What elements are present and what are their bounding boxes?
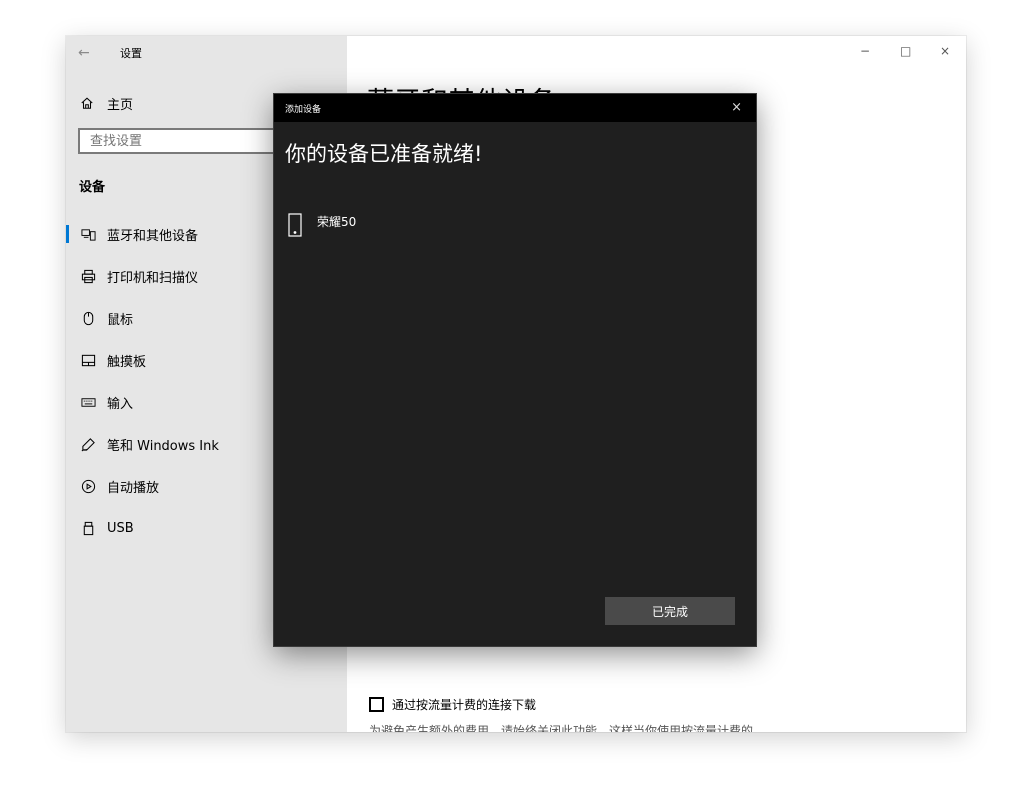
- keyboard-icon: [80, 394, 96, 410]
- autoplay-icon: [80, 478, 96, 494]
- touchpad-icon: [80, 352, 96, 368]
- metered-download-description: 为避免产生额外的费用，请始终关闭此功能，这样当你使用按流量计费的: [369, 724, 754, 732]
- sidebar-item-label: 触摸板: [107, 354, 147, 370]
- dialog-title: 添加设备: [285, 105, 322, 115]
- mouse-icon: [80, 310, 96, 326]
- sidebar-item-label: 蓝牙和其他设备: [107, 228, 199, 244]
- metered-download-label: 通过按流量计费的连接下载: [392, 698, 537, 712]
- add-device-dialog: 添加设备 × 你的设备已准备就绪! 荣耀50 已完成: [274, 94, 756, 646]
- dialog-close-button[interactable]: ×: [731, 100, 742, 115]
- device-name: 荣耀50: [317, 215, 357, 229]
- close-button[interactable]: ×: [940, 44, 950, 58]
- bluetooth-devices-icon: [80, 226, 96, 242]
- maximize-button[interactable]: □: [900, 44, 911, 58]
- search-input[interactable]: [80, 130, 296, 153]
- search-box[interactable]: [78, 128, 298, 154]
- done-button[interactable]: 已完成: [605, 597, 735, 625]
- active-indicator: [66, 225, 69, 243]
- sidebar-item-label: 输入: [107, 396, 134, 412]
- pen-icon: [80, 436, 96, 452]
- sidebar-item-label: USB: [107, 520, 134, 536]
- minimize-button[interactable]: −: [860, 44, 870, 58]
- sidebar-item-label: 鼠标: [107, 312, 134, 328]
- window-title: 设置: [120, 47, 142, 60]
- home-nav-item[interactable]: 主页: [80, 92, 133, 114]
- metered-download-option[interactable]: 通过按流量计费的连接下载: [369, 696, 536, 713]
- home-icon: [81, 97, 93, 109]
- printer-icon: [80, 268, 96, 284]
- sidebar-item-label: 打印机和扫描仪: [107, 270, 199, 286]
- metered-download-checkbox[interactable]: [369, 697, 384, 712]
- section-title: 设备: [79, 180, 106, 195]
- device-list-item[interactable]: 荣耀50: [288, 213, 356, 237]
- sidebar-item-label: 自动播放: [107, 480, 160, 496]
- usb-icon: [80, 520, 96, 536]
- back-arrow-icon[interactable]: ←: [78, 43, 98, 63]
- dialog-heading: 你的设备已准备就绪!: [285, 142, 483, 166]
- sidebar-item-label: 笔和 Windows Ink: [107, 438, 219, 454]
- home-label: 主页: [107, 97, 134, 113]
- phone-icon: [288, 213, 302, 237]
- dialog-titlebar: 添加设备 ×: [274, 94, 756, 122]
